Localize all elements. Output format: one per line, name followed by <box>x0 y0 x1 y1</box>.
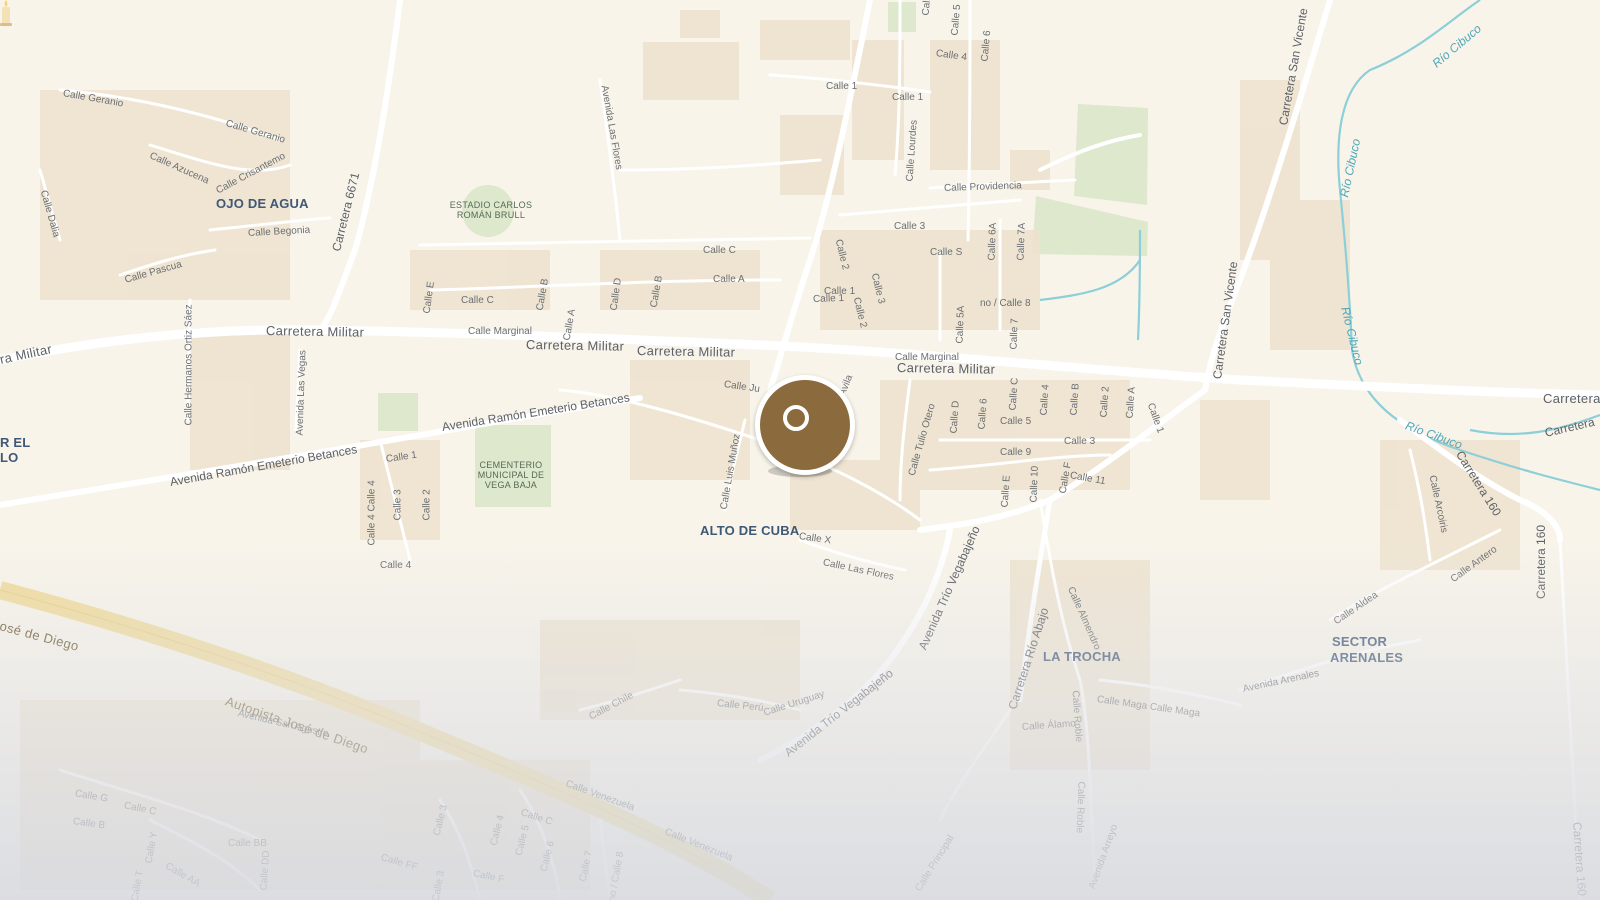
street-label: Calle Marginal <box>895 352 959 363</box>
poi-cementerio-line1: CEMENTERIO <box>479 460 543 470</box>
street-label: Calle 10 <box>1028 465 1041 503</box>
park <box>1032 196 1148 256</box>
place-ojo-de-agua: OJO DE AGUA <box>216 196 309 211</box>
street-label: Calle C <box>461 295 494 306</box>
poi-cementerio[interactable]: CEMENTERIO MUNICIPAL DE VEGA BAJA <box>470 460 552 490</box>
road-label: Carretera Militar <box>636 343 736 360</box>
place-edge-line2: LO <box>0 450 19 465</box>
building <box>780 115 844 195</box>
poi-estadio-line1: ESTADIO CARLOS <box>449 200 533 210</box>
marker-ring <box>783 405 809 431</box>
street-label: Calle 1 <box>812 292 845 305</box>
map-canvas[interactable]: OJO DE AGUA ALTO DE CUBA LA TROCHA SECTO… <box>0 0 1600 900</box>
street-label: Calle 6A <box>986 222 999 261</box>
street-label: Calle 3 <box>894 221 926 232</box>
street-label: Calle A <box>713 274 745 285</box>
building <box>1270 200 1350 350</box>
place-alto-de-cuba: ALTO DE CUBA <box>700 523 800 538</box>
street-label: no / Calle 8 <box>980 298 1031 309</box>
street-label: Calle 6 <box>976 398 990 430</box>
building <box>760 20 850 60</box>
street-label: Calle 7A <box>1015 222 1028 261</box>
street-label: Calle 9 <box>1000 447 1032 458</box>
place-sector-arenales-line2: ARENALES <box>1330 650 1404 665</box>
street-label: Calle C <box>703 245 736 256</box>
place-sector-arenales-line1: SECTOR <box>1332 634 1388 649</box>
street-label: Calle Roble <box>1073 781 1087 834</box>
road-label: Carretera Militar <box>525 337 625 354</box>
street-label: Calle C <box>1007 377 1021 411</box>
street-label: Calle Marginal <box>468 326 532 337</box>
street-label: Calle 1 <box>892 92 924 103</box>
street-label: Calle A <box>1124 386 1138 419</box>
street-label: Calle 3 <box>392 489 404 521</box>
poi-estadio-line2: ROMÁN BRULL <box>456 210 526 220</box>
street-label: Calle 7 <box>1008 318 1021 350</box>
place-la-trocha: LA TROCHA <box>1043 649 1121 664</box>
stream <box>1039 259 1141 302</box>
street-label: Calle BB <box>228 838 267 849</box>
poi-estadio[interactable]: ESTADIO CARLOS ROMÁN BRULL <box>446 200 536 220</box>
candle-icon <box>0 0 12 26</box>
street-label: Calle E <box>999 474 1013 508</box>
building <box>643 42 739 100</box>
street <box>838 198 1022 217</box>
street <box>418 236 812 247</box>
building <box>680 10 720 38</box>
street-label: Calle B <box>1068 382 1082 416</box>
street-label: Calle S <box>930 247 963 258</box>
park <box>888 2 916 32</box>
poi-cementerio-line3: VEGA BAJA <box>484 480 538 490</box>
street-label: Calle 4 <box>380 560 412 571</box>
carretera-6671 <box>317 0 403 333</box>
river-cibuco <box>1337 0 1600 492</box>
park <box>1074 104 1148 205</box>
street-label: Calle D <box>948 400 962 434</box>
street-label: Calle 2 <box>421 489 433 521</box>
street-label: Calle Hermanos Ortiz Sáez <box>183 304 195 426</box>
street-label: Calle 1 <box>826 81 858 92</box>
street-label: Calle 2 <box>1098 386 1112 418</box>
street <box>938 708 1012 822</box>
street-label: Calle 5A <box>954 305 967 344</box>
park <box>378 393 418 431</box>
place-edge-line1: R EL <box>0 435 31 450</box>
building <box>190 330 290 470</box>
road-label: Carretera Militar <box>265 323 365 340</box>
street-label: Calle 5 <box>1000 416 1032 427</box>
street-label: Calle 3 <box>1064 436 1096 447</box>
building <box>420 760 590 890</box>
building <box>1200 400 1270 500</box>
street-label: Calle 4 <box>366 514 378 546</box>
street-label: Calle 4 <box>1038 384 1052 416</box>
street <box>966 0 972 242</box>
street-label: Calle 4 <box>366 480 378 512</box>
road-label: Carretera 160 <box>1534 524 1548 599</box>
building <box>820 230 1040 330</box>
road-label: Carretera <box>1543 391 1600 406</box>
poi-cementerio-line2: MUNICIPAL DE <box>477 470 545 480</box>
